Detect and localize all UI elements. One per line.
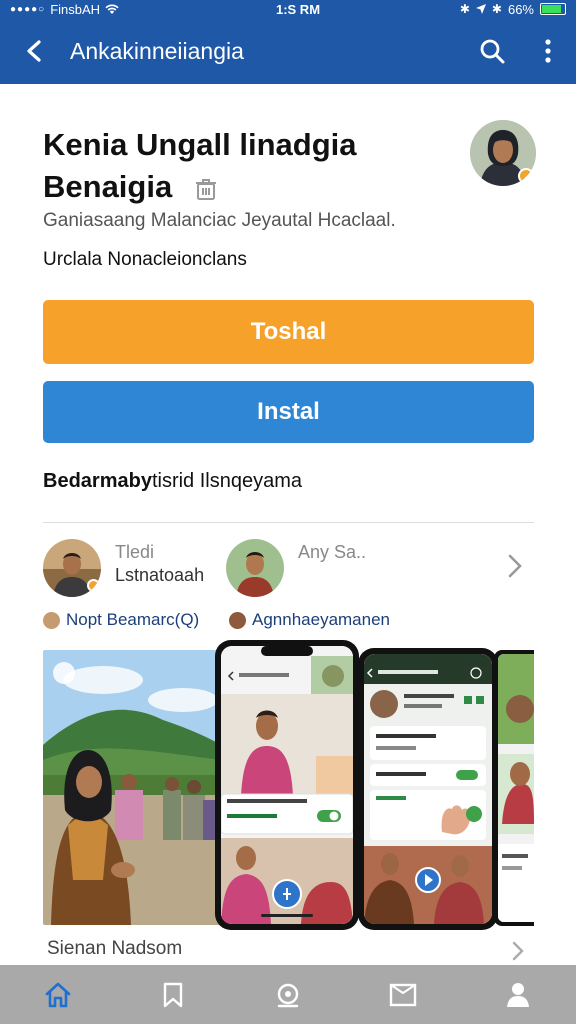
reviewer-card-2[interactable]: Any Sa.. xyxy=(226,539,366,597)
screenshot-carousel[interactable] xyxy=(43,640,534,930)
app-bar-title: Ankakinneiiangia xyxy=(70,37,244,64)
nav-home[interactable] xyxy=(28,965,88,1024)
more-options-button[interactable] xyxy=(520,18,576,84)
bookmark-icon xyxy=(163,982,182,1007)
home-icon xyxy=(45,982,70,1007)
tag-2[interactable]: Agnnhaeyamanen xyxy=(229,610,390,630)
nav-profile[interactable] xyxy=(488,965,548,1024)
profile-icon xyxy=(507,982,530,1007)
primary-action-button[interactable]: Toshal xyxy=(43,300,534,364)
footer-link[interactable]: Sienan Nadsom xyxy=(47,938,182,960)
bluetooth-icon: ✱ xyxy=(459,2,470,16)
back-arrow-icon xyxy=(27,40,41,62)
divider xyxy=(43,522,534,523)
tag-label-2: Agnnhaeyamanen xyxy=(252,610,391,629)
status-bar: ●●●●○ FinsbAH 1:S RM ✱ ✱ 66% xyxy=(0,0,576,18)
more-vert-icon xyxy=(545,39,551,63)
trash-icon[interactable] xyxy=(195,177,217,201)
reviewer-card-1[interactable]: Tledi Lstnatoaah xyxy=(43,539,204,597)
nav-search[interactable] xyxy=(258,965,318,1024)
tag-label-1: Nopt Beamarc(Q) xyxy=(66,610,200,629)
reviewer-portrait-2 xyxy=(226,539,284,597)
battery-icon xyxy=(540,3,566,15)
screenshot-phone-3[interactable] xyxy=(494,650,534,926)
app-bar: Ankakinneiiangia xyxy=(0,18,576,84)
chevron-right-icon-2[interactable] xyxy=(512,941,524,961)
phone-1-screen xyxy=(221,646,353,924)
tag-avatar-1 xyxy=(43,611,60,629)
section-title-rest: tisrid Ilsnqeyama xyxy=(151,470,302,492)
nav-library[interactable] xyxy=(373,965,433,1024)
battery-fill xyxy=(542,5,561,13)
reviewer-subtitle-1: Lstnatoaah xyxy=(115,565,205,585)
photo-badge-icon xyxy=(53,662,75,684)
tag-1[interactable]: Nopt Beamarc(Q) xyxy=(43,610,199,630)
section-title-bold: Bedarmaby xyxy=(43,470,152,492)
location-arrow-icon xyxy=(475,4,486,14)
search-location-icon xyxy=(277,983,299,1007)
back-button[interactable] xyxy=(0,18,70,84)
section-title: Bedarmabytisrid Ilsnqeyama xyxy=(43,470,302,493)
app-category[interactable]: Urclala Nonacleionclans xyxy=(43,249,247,271)
book-icon xyxy=(389,983,417,1006)
screenshot-phone-1[interactable] xyxy=(215,640,359,930)
developer-avatar[interactable] xyxy=(470,120,536,186)
bluetooth-icon-2: ✱ xyxy=(491,2,502,16)
reviewer-name-1: Tledi xyxy=(115,542,155,562)
wifi-icon xyxy=(105,3,119,14)
bottom-navigation xyxy=(0,965,576,1024)
clock: 1:S RM xyxy=(275,1,321,17)
install-button[interactable]: Instal xyxy=(43,381,534,443)
app-detail-content: Kenia Ungall linadgia Benaigia Ganiasaan… xyxy=(0,84,576,965)
signal-icon: ●●●●○ xyxy=(10,3,46,15)
reviewer-badge-1 xyxy=(87,579,100,592)
phone-2-screen xyxy=(364,654,492,924)
screenshot-photo[interactable] xyxy=(43,650,221,925)
landscape-people-image xyxy=(43,650,221,925)
app-title: Kenia Ungall linadgia Benaigia xyxy=(43,124,443,208)
app-title-line-2: Benaigia xyxy=(43,166,443,208)
search-button[interactable] xyxy=(464,18,520,84)
screenshot-phone-2[interactable] xyxy=(358,648,498,930)
reviewer-avatar-1 xyxy=(43,539,101,597)
tag-avatar-2 xyxy=(229,611,246,629)
chevron-right-icon[interactable] xyxy=(508,554,522,578)
verified-badge xyxy=(518,168,534,184)
battery-percent: 66% xyxy=(507,1,534,17)
reviewer-avatar-2 xyxy=(226,539,284,597)
search-icon xyxy=(480,39,505,64)
app-title-line-2-text: Benaigia xyxy=(43,169,173,204)
phone-3-screen xyxy=(498,654,534,922)
app-title-line-1: Kenia Ungall linadgia xyxy=(43,127,357,162)
nav-bookmarks[interactable] xyxy=(143,965,203,1024)
reviewer-name-2: Any Sa.. xyxy=(298,542,367,562)
carrier-label: FinsbAH xyxy=(50,1,101,17)
app-subtitle: Ganiasaang Malanciac Jeyautal Hcaclaal. xyxy=(43,210,396,231)
